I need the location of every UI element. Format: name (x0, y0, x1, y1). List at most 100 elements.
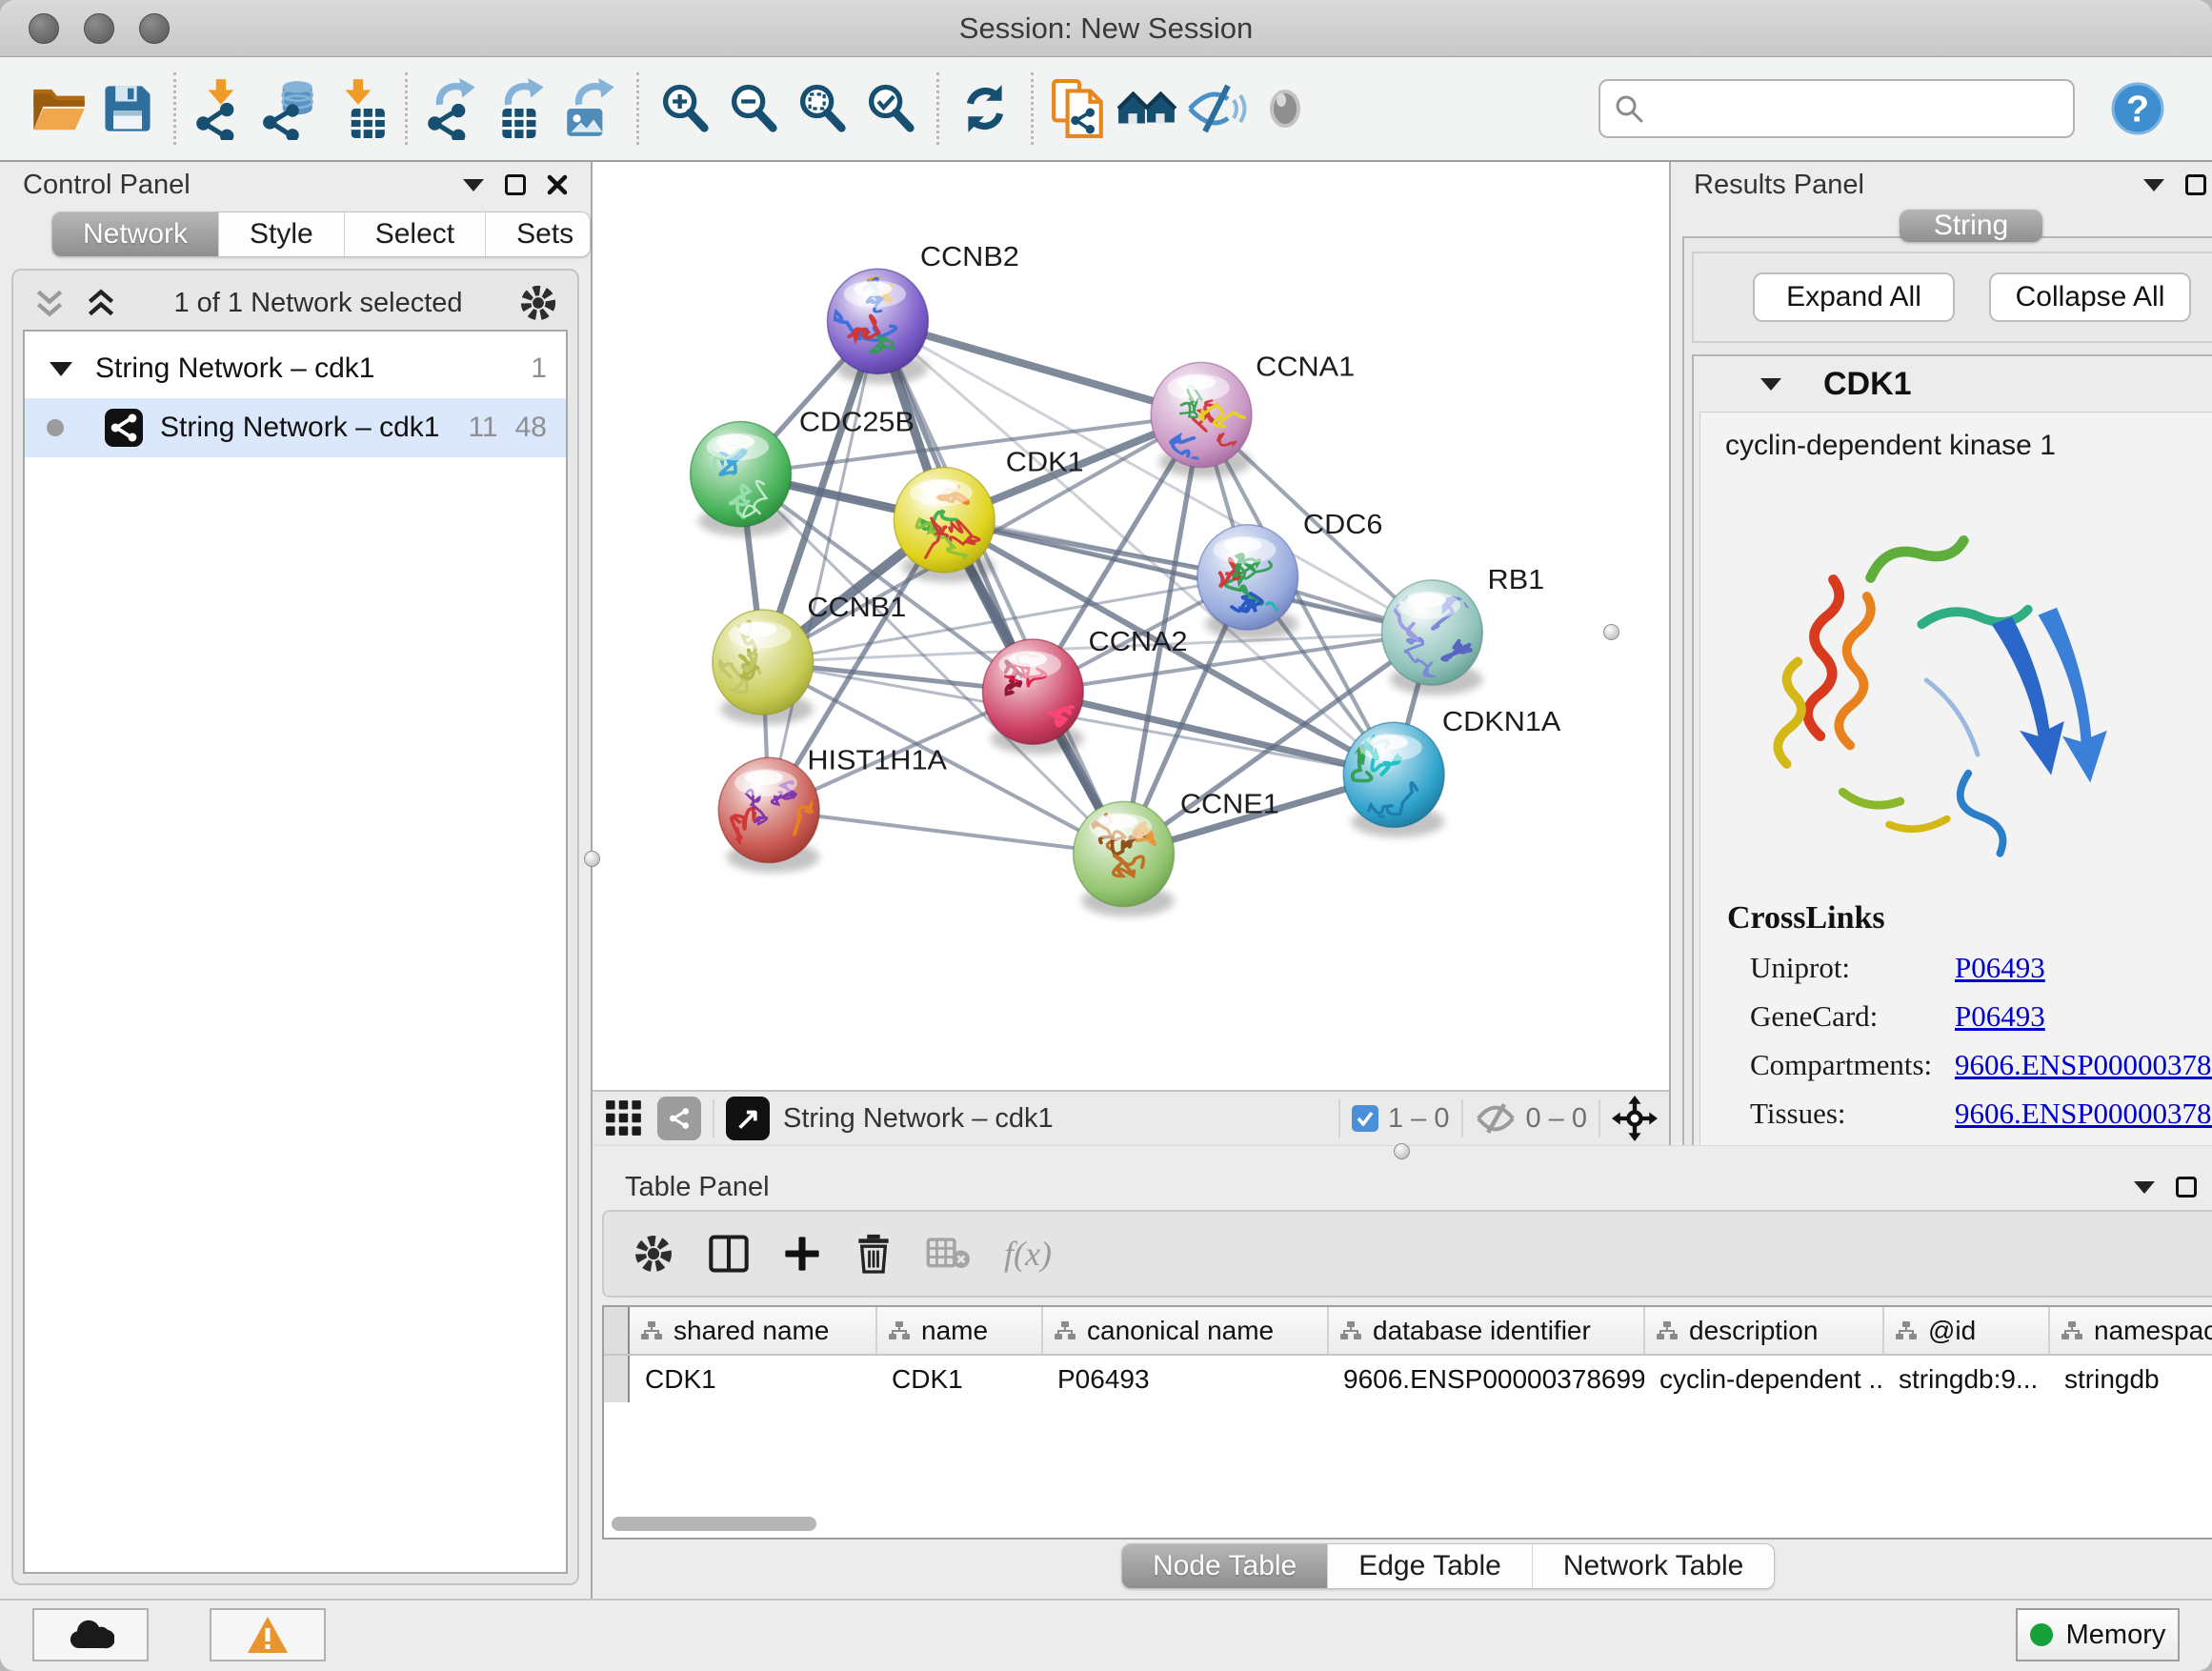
collapse-all-icon[interactable] (32, 288, 67, 318)
network-collection-row[interactable]: String Network – cdk1 1 (25, 339, 566, 398)
export-table-button[interactable] (488, 69, 556, 149)
tab-style[interactable]: Style (219, 212, 345, 256)
column-header[interactable]: description (1644, 1307, 1883, 1355)
help-button[interactable]: ? (2103, 69, 2172, 149)
zoom-selected-button[interactable] (856, 69, 925, 149)
cloud-button[interactable] (32, 1608, 149, 1661)
import-table-from-file-button[interactable] (325, 69, 393, 149)
toolbar-separator (405, 72, 408, 145)
crosslink-link[interactable]: 9606.ENSP00000378699 (1955, 1097, 2212, 1131)
table-options-gear-icon[interactable] (633, 1233, 674, 1275)
tab-network[interactable]: Network (52, 212, 219, 256)
export-image-button[interactable] (556, 69, 625, 149)
column-header[interactable]: canonical name (1042, 1307, 1328, 1355)
export-image-icon (559, 77, 622, 140)
expand-all-icon[interactable] (84, 288, 118, 318)
crosslink-link[interactable]: P06493 (1955, 951, 2045, 985)
network-node-rb1[interactable]: RB1 (1381, 565, 1544, 695)
table-horizontal-scrollbar[interactable] (612, 1517, 816, 1532)
selected-checkbox[interactable] (1352, 1105, 1378, 1132)
maximize-panel-icon[interactable] (505, 174, 526, 195)
warnings-button[interactable] (210, 1608, 326, 1661)
tab-sets[interactable]: Sets (486, 212, 591, 256)
refresh-button[interactable] (951, 69, 1019, 149)
show-columns-icon[interactable] (709, 1235, 749, 1273)
network-node-ccnb2[interactable]: CCNB2 (828, 242, 1019, 384)
bottom-splitter-handle[interactable] (1394, 1143, 1410, 1159)
network-node-ccne1[interactable]: CCNE1 (1074, 789, 1279, 916)
table-row[interactable]: CDK1CDK1P064939606.ENSP00000378699cyclin… (604, 1355, 2212, 1402)
title-bar: Session: New Session (0, 0, 2212, 57)
table-toolbar: f(x) (602, 1210, 2212, 1298)
network-node-hist1h1a[interactable]: HIST1H1A (718, 745, 947, 873)
zoom-in-button[interactable] (651, 69, 719, 149)
node-label: CDC6 (1303, 510, 1383, 540)
network-node-cdkn1a[interactable]: CDKN1A (1340, 707, 1560, 837)
collection-expander-icon[interactable] (50, 362, 72, 376)
table-cell[interactable]: CDK1 (629, 1355, 876, 1402)
tab-node-table[interactable]: Node Table (1122, 1544, 1328, 1588)
pan-crosshair-icon[interactable] (1612, 1096, 1658, 1141)
tab-edge-table[interactable]: Edge Table (1328, 1544, 1533, 1588)
collapse-all-button[interactable]: Collapse All (1989, 272, 2191, 322)
houses-icon (1116, 81, 1179, 136)
import-network-from-file-button[interactable] (188, 69, 256, 149)
table-cell[interactable]: cyclin-dependent ... (1644, 1355, 1883, 1402)
table-cell[interactable]: stringdb (2049, 1355, 2212, 1402)
open-session-button[interactable] (25, 69, 93, 149)
table-cell[interactable]: CDK1 (876, 1355, 1042, 1402)
tab-string[interactable]: String (1900, 210, 2042, 242)
network-node-cdc25b[interactable]: CDC25B (691, 407, 915, 545)
network-row[interactable]: String Network – cdk1 11 48 (25, 398, 566, 457)
table-cell[interactable]: stringdb:9... (1883, 1355, 2049, 1402)
float-panel-icon[interactable] (2134, 1181, 2155, 1194)
table-cell[interactable]: 9606.ENSP00000378699 (1328, 1355, 1644, 1402)
network-canvas[interactable]: CCNB2CCNA1CDC25BCDK1CDC6RB1CCNB1CCNA2CDK… (593, 162, 1669, 1090)
fit-content-button[interactable] (788, 69, 856, 149)
tab-select[interactable]: Select (345, 212, 486, 256)
network-edge[interactable] (769, 810, 1123, 854)
status-bar: Memory (0, 1599, 2212, 1669)
zoom-out-button[interactable] (719, 69, 788, 149)
maximize-panel-icon[interactable] (2176, 1177, 2197, 1198)
column-header[interactable]: name (876, 1307, 1042, 1355)
tab-network-table[interactable]: Network Table (1533, 1544, 1775, 1588)
home-button[interactable] (1114, 69, 1182, 149)
float-panel-icon[interactable] (2143, 179, 2164, 191)
column-header[interactable]: database identifier (1328, 1307, 1644, 1355)
gear-icon[interactable] (518, 283, 558, 323)
crosslink-link[interactable]: P06493 (1955, 999, 2045, 1034)
left-splitter-handle[interactable] (584, 851, 600, 867)
network-node-ccna1[interactable]: CCNA1 (1151, 352, 1355, 477)
search-input[interactable] (1654, 93, 2060, 124)
network-node-cdc6[interactable]: CDC6 (1197, 510, 1383, 640)
node-count: 11 (468, 412, 497, 444)
scrollbar-thumb[interactable] (612, 1517, 816, 1531)
show-eye-button[interactable] (1251, 69, 1319, 149)
export-network-button[interactable] (419, 69, 488, 149)
memory-button[interactable]: Memory (2016, 1608, 2180, 1661)
column-header[interactable]: namespace (2049, 1307, 2212, 1355)
entry-expander-icon[interactable] (1760, 378, 1781, 391)
float-panel-icon[interactable] (463, 179, 484, 191)
maximize-panel-icon[interactable] (2185, 174, 2206, 195)
share-document-button[interactable] (1045, 69, 1114, 149)
crosslink-link[interactable]: 9606.ENSP00000378699 (1955, 1048, 2212, 1082)
search-field[interactable] (1599, 79, 2075, 138)
grid-view-icon[interactable] (604, 1098, 644, 1138)
column-header[interactable]: shared name (629, 1307, 876, 1355)
right-splitter-handle[interactable] (1603, 624, 1619, 640)
column-header[interactable]: @id (1883, 1307, 2049, 1355)
import-network-from-database-button[interactable] (256, 69, 325, 149)
hide-glasses-button[interactable] (1182, 69, 1251, 149)
network-graph[interactable]: CCNB2CCNA1CDC25BCDK1CDC6RB1CCNB1CCNA2CDK… (593, 162, 1669, 1090)
save-session-button[interactable] (93, 69, 162, 149)
expand-all-button[interactable]: Expand All (1753, 272, 1955, 322)
delete-column-trash-icon[interactable] (855, 1233, 892, 1275)
close-panel-icon[interactable] (547, 174, 568, 195)
add-column-icon[interactable] (783, 1235, 821, 1273)
birds-eye-view-icon[interactable]: ↗ (726, 1097, 770, 1140)
network-view-icon[interactable] (657, 1097, 701, 1140)
network-node-ccna2[interactable]: CCNA2 (982, 627, 1187, 755)
table-cell[interactable]: P06493 (1042, 1355, 1328, 1402)
